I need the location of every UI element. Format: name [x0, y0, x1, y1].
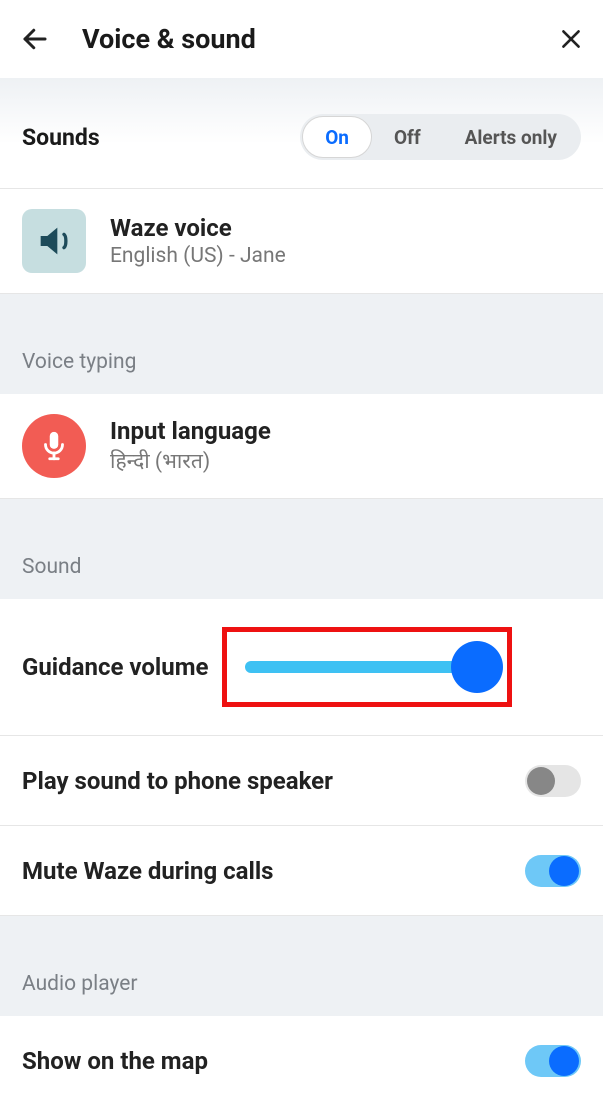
waze-voice-title: Waze voice — [110, 214, 286, 242]
play-speaker-toggle[interactable] — [525, 765, 581, 797]
show-on-map-toggle[interactable] — [525, 1045, 581, 1077]
guidance-volume-row: Guidance volume — [0, 599, 603, 736]
section-voice-typing: Voice typing — [0, 294, 603, 394]
speaker-icon — [22, 209, 86, 273]
input-language-title: Input language — [110, 417, 271, 445]
section-sound: Sound — [0, 499, 603, 599]
mute-calls-toggle[interactable] — [525, 855, 581, 887]
mute-calls-row[interactable]: Mute Waze during calls — [0, 826, 603, 916]
waze-voice-subtitle: English (US) - Jane — [110, 244, 286, 268]
section-audio-player: Audio player — [0, 916, 603, 1016]
play-speaker-row[interactable]: Play sound to phone speaker — [0, 736, 603, 826]
toggle-knob — [527, 767, 555, 795]
play-speaker-label: Play sound to phone speaker — [22, 767, 525, 795]
guidance-volume-highlight — [222, 627, 512, 707]
segment-on[interactable]: On — [302, 116, 372, 158]
input-language-subtitle: हिन्दी (भारत) — [110, 447, 271, 475]
sounds-segmented: On Off Alerts only — [300, 114, 581, 160]
microphone-icon — [22, 414, 86, 478]
show-on-map-label: Show on the map — [22, 1047, 525, 1075]
guidance-volume-slider[interactable] — [245, 636, 499, 698]
toggle-knob — [549, 856, 579, 886]
input-language-row[interactable]: Input language हिन्दी (भारत) — [0, 394, 603, 499]
close-icon[interactable] — [557, 25, 585, 53]
header: Voice & sound — [0, 0, 603, 78]
waze-voice-row[interactable]: Waze voice English (US) - Jane — [0, 189, 603, 294]
guidance-volume-label: Guidance volume — [22, 653, 222, 681]
waze-voice-texts: Waze voice English (US) - Jane — [110, 214, 286, 268]
slider-thumb[interactable] — [451, 641, 503, 693]
page-title: Voice & sound — [82, 23, 557, 55]
show-on-map-row[interactable]: Show on the map — [0, 1016, 603, 1106]
segment-alerts-only[interactable]: Alerts only — [443, 116, 579, 158]
sounds-row: Sounds On Off Alerts only — [0, 78, 603, 189]
back-icon[interactable] — [18, 22, 52, 56]
toggle-knob — [549, 1046, 579, 1076]
sounds-label: Sounds — [22, 124, 300, 151]
segment-off[interactable]: Off — [372, 116, 443, 158]
input-language-texts: Input language हिन्दी (भारत) — [110, 417, 271, 475]
mute-calls-label: Mute Waze during calls — [22, 857, 525, 885]
